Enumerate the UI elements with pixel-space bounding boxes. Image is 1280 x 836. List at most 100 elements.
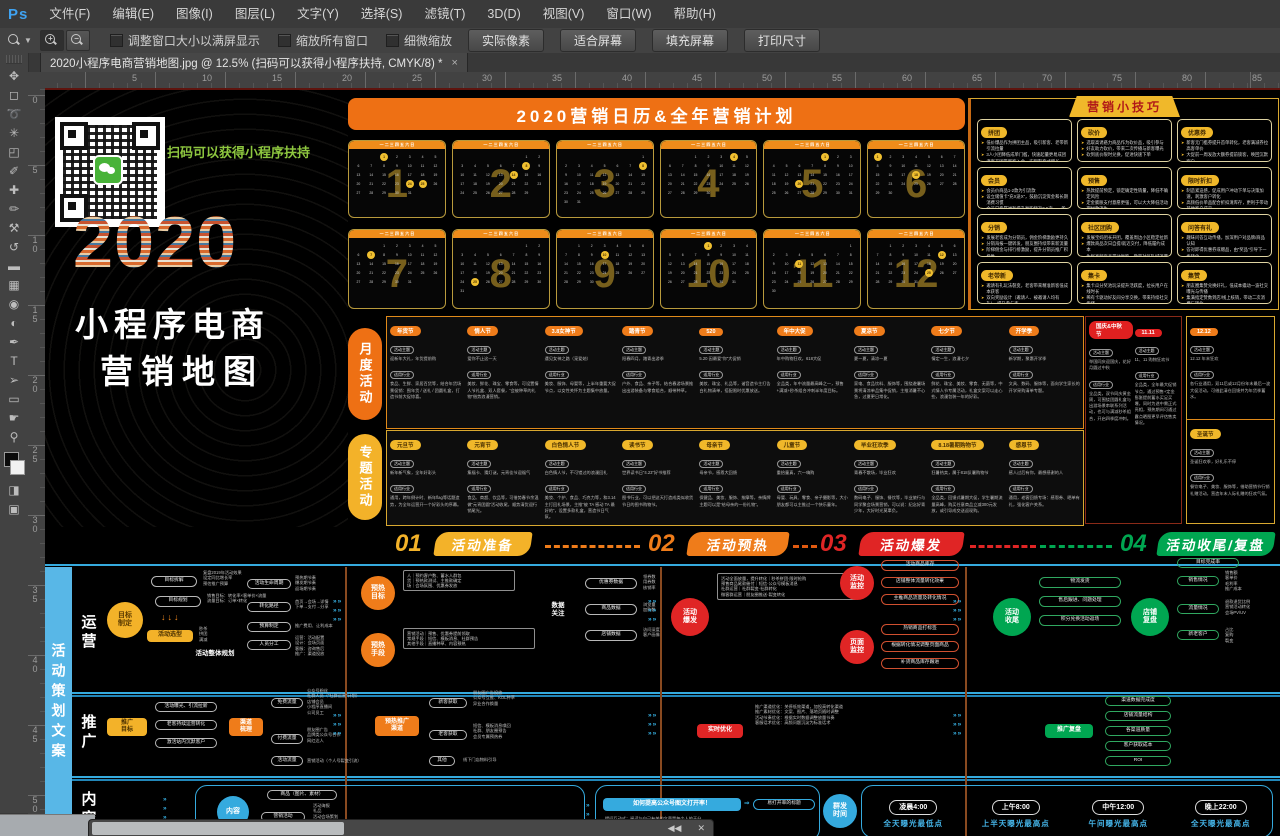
menu-item[interactable]: 文字(Y): [286, 0, 350, 28]
clone-stamp-tool[interactable]: ⚒: [0, 218, 28, 237]
year-end-box: 12.12 活动主题 12.12 年末狂欢 适用行业 各行业通用，双11后或12…: [1186, 316, 1275, 524]
row-label-promotion: 推广: [75, 702, 101, 764]
ruler-number: 80: [1182, 73, 1192, 83]
calendar-day: 20: [494, 268, 507, 277]
mindmap-node: 领券数 用券数 核销率: [643, 574, 673, 590]
magic-wand-tool[interactable]: ✳: [0, 123, 28, 142]
calendar-day: 23: [884, 179, 897, 188]
special-activity-column: 元旦节 活动主题 新年新气象，全年好彩头 适用行业 通用，跨年倒计时、新年fla…: [387, 431, 464, 525]
mindmap-node: 热销商品打标签: [881, 624, 959, 635]
blur-tool[interactable]: ◉: [0, 294, 28, 313]
mindmap-node: 线下门店物料引导: [463, 757, 593, 762]
path-selection-tool[interactable]: ➢: [0, 370, 28, 389]
type-tool[interactable]: T: [0, 351, 28, 370]
marquee-tool[interactable]: ◻: [0, 85, 28, 104]
options-button[interactable]: 适合屏幕: [560, 29, 636, 52]
gradient-tool[interactable]: ▦: [0, 275, 28, 294]
history-brush-tool[interactable]: ↺: [0, 237, 28, 256]
options-checkbox[interactable]: 缩放所有窗口: [278, 32, 368, 49]
rewind-icon[interactable]: ◀◀: [660, 823, 690, 834]
healing-brush-tool[interactable]: ✚: [0, 180, 28, 199]
calendar-day: 16: [831, 170, 844, 179]
calendar-day: 31: [572, 197, 585, 206]
tip-card: 社区团购 ➤ 发展宝妈团长开团，覆盖周边小区稳定拉新: [1077, 214, 1172, 257]
quick-mask-icon[interactable]: ◨: [0, 480, 28, 499]
options-button[interactable]: 打印尺寸: [744, 29, 820, 52]
zoom-tool[interactable]: ⚲: [0, 427, 28, 446]
theme-label: 活动主题: [622, 460, 646, 468]
calendar-day: 14: [806, 170, 819, 179]
options-checkbox[interactable]: 调整窗口大小以满屏显示: [110, 32, 260, 49]
calendar-day: 7: [676, 161, 689, 170]
document-canvas[interactable]: 扫码可以获得小程序扶持 2020 小程序电商 营销地图 2020营销日历&全年营…: [45, 88, 1280, 836]
menu-item[interactable]: 文件(F): [38, 0, 101, 28]
calendar-day: 16: [585, 259, 598, 268]
calendar-day: 1: [874, 153, 882, 161]
dodge-tool[interactable]: ◐: [0, 313, 28, 332]
calendar-day: 20: [352, 179, 365, 188]
options-checkbox[interactable]: 细微缩放: [386, 32, 452, 49]
mindmap-node: 老客获取: [429, 730, 467, 740]
menu-item[interactable]: 帮助(H): [663, 0, 727, 28]
background-color-swatch[interactable]: [10, 460, 25, 475]
calendar-day: 18: [416, 259, 429, 268]
calendar-day: 26: [740, 179, 753, 188]
move-tool[interactable]: ✥: [0, 66, 28, 85]
ruler-number: 25: [30, 445, 40, 463]
calendar-weekday-header: 一 二 三 四 五 六 日: [764, 230, 860, 238]
calendar-day: 17: [910, 259, 923, 268]
ruler-number: 60: [902, 73, 912, 83]
screen-mode-icon[interactable]: ▣: [0, 499, 28, 518]
pen-tool[interactable]: ✒: [0, 332, 28, 351]
stage-ribbon: 活动爆发: [858, 532, 964, 556]
menu-item[interactable]: 滤镜(T): [413, 0, 476, 28]
calendar-day: 30: [831, 188, 844, 197]
industry-text: 食品、生鲜、家居百货等，结合年货场景促销：囤年货 / 送礼 / 团圆礼盒，打造节…: [390, 381, 461, 400]
calendar-day: 6: [664, 161, 677, 170]
shape-tool[interactable]: ▭: [0, 389, 28, 408]
mindmap-node: 转化路径: [247, 602, 291, 612]
color-swatches[interactable]: [0, 450, 28, 480]
calendar-day: 2: [897, 241, 910, 250]
crop-tool[interactable]: ◰: [0, 142, 28, 161]
menu-item[interactable]: 视图(V): [532, 0, 596, 28]
tab-close-icon[interactable]: ×: [452, 57, 458, 69]
floating-window-titlebar[interactable]: ◀◀ ✕: [88, 819, 714, 836]
panel-grip[interactable]: [6, 55, 22, 64]
festival-name: 七夕节: [931, 326, 962, 336]
special-activity-box: 元旦节 活动主题 新年新气象，全年好彩头 适用行业 通用，跨年倒计时、新年fla…: [386, 430, 1084, 526]
calendar-day: 25: [728, 179, 741, 188]
mindmap-node: 易打开率的标题: [753, 799, 815, 810]
menu-item[interactable]: 图层(L): [224, 0, 286, 28]
menu-item[interactable]: 编辑(E): [101, 0, 165, 28]
zoom-tool-preset[interactable]: ▼: [0, 34, 40, 47]
menu-item[interactable]: 窗口(W): [595, 0, 662, 28]
calendar-day: 14: [507, 259, 520, 268]
theme-label: 活动主题: [854, 346, 878, 354]
options-button[interactable]: 实际像素: [468, 29, 544, 52]
theme-label: 活动主题: [467, 346, 491, 354]
mindmap-node: 其他: [429, 756, 455, 766]
calendar-day: 24: [728, 268, 741, 277]
goal-plan-pill: 目标规划: [155, 596, 201, 607]
menu-item[interactable]: 选择(S): [350, 0, 414, 28]
lasso-tool[interactable]: ➰: [0, 104, 28, 123]
hand-tool[interactable]: ☛: [0, 408, 28, 427]
eyedropper-tool[interactable]: ✐: [0, 161, 28, 180]
mindmap-node: 秒杀 拼团 满减: [199, 626, 229, 642]
menu-item[interactable]: 3D(D): [476, 0, 531, 28]
calendar-day: 26: [429, 268, 442, 277]
document-tab[interactable]: 2020小程序电商营销地图.jpg @ 12.5% (扫码可以获得小程序扶持, …: [40, 53, 468, 72]
calendar-day: 29: [884, 277, 897, 286]
zoom-out-button[interactable]: −: [66, 30, 90, 51]
brush-tool[interactable]: ✏: [0, 199, 28, 218]
calendar-day: 17: [403, 259, 416, 268]
options-button[interactable]: 填充屏幕: [652, 29, 728, 52]
zoom-in-button[interactable]: +: [40, 30, 64, 51]
calendar-day: 2: [585, 241, 598, 250]
menu-item[interactable]: 图像(I): [165, 0, 224, 28]
eraser-tool[interactable]: ▬: [0, 256, 28, 275]
close-icon[interactable]: ✕: [689, 823, 713, 834]
special-activity-column: 感恩节 活动主题 感人过后有你，最想感谢的人 适用行业 通用，老客回馈专场：感恩…: [1006, 431, 1083, 525]
calendar-day: 30: [702, 188, 715, 197]
